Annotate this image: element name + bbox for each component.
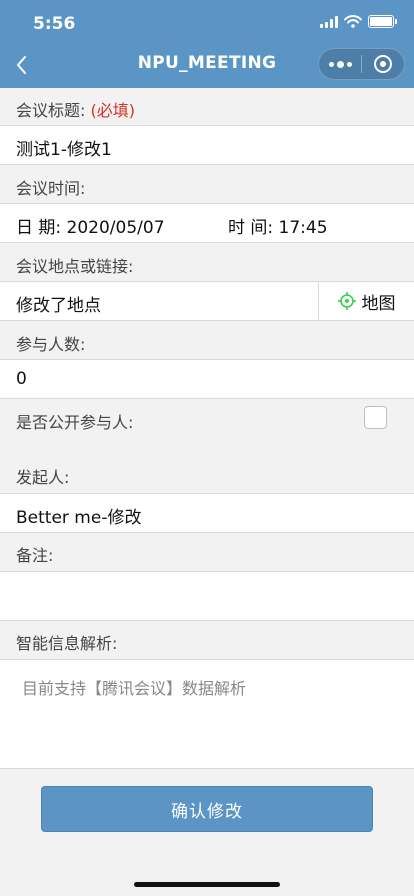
required-badge: (必填) — [90, 101, 136, 120]
close-program-button[interactable] — [362, 48, 404, 80]
target-icon — [374, 55, 392, 73]
title-label: 会议标题: (必填) — [16, 101, 136, 120]
public-checkbox[interactable] — [364, 406, 387, 429]
map-button[interactable]: 地图 — [318, 282, 414, 320]
more-icon — [328, 60, 352, 68]
mini-program-capsule — [318, 48, 405, 80]
time-label-row: 会议时间: — [0, 165, 414, 204]
notes-input[interactable] — [0, 572, 414, 621]
datetime-row: 日 期: 2020/05/07 时 间: 17:45 — [0, 204, 414, 243]
title-label-row: 会议标题: (必填) — [0, 88, 414, 126]
initiator-label: 发起人: — [16, 468, 70, 487]
more-button[interactable] — [319, 48, 361, 80]
status-time: 5:56 — [33, 14, 76, 34]
public-label: 是否公开参与人: — [16, 413, 134, 432]
title-input[interactable]: 测试1-修改1 — [0, 126, 414, 165]
count-label-row: 参与人数: — [0, 321, 414, 360]
time-picker[interactable]: 时 间: 17:45 — [228, 213, 328, 238]
public-section: 是否公开参与人: 发起人: — [0, 399, 414, 494]
confirm-edit-button[interactable]: 确认修改 — [41, 786, 373, 832]
notes-label: 备注: — [16, 546, 54, 565]
location-label: 会议地点或链接: — [16, 257, 134, 276]
notes-label-row: 备注: — [0, 533, 414, 572]
date-picker[interactable]: 日 期: 2020/05/07 — [16, 213, 165, 238]
parse-placeholder: 目前支持【腾讯会议】数据解析 — [22, 679, 247, 698]
wifi-icon — [344, 15, 362, 28]
signal-icon — [320, 15, 338, 28]
parse-textarea[interactable]: 目前支持【腾讯会议】数据解析 — [0, 660, 414, 769]
location-row: 修改了地点 地图 — [0, 282, 414, 321]
battery-icon — [368, 15, 397, 28]
location-label-row: 会议地点或链接: — [0, 243, 414, 282]
time-label: 会议时间: — [16, 179, 86, 198]
navigation-bar: 5:56 NPU_MEETING — [0, 0, 414, 88]
count-input[interactable]: 0 — [0, 360, 414, 399]
status-icons — [320, 15, 397, 28]
home-indicator — [134, 882, 280, 887]
parse-label-row: 智能信息解析: — [0, 621, 414, 660]
location-input[interactable]: 修改了地点 — [16, 291, 101, 316]
parse-label: 智能信息解析: — [16, 634, 118, 653]
initiator-input[interactable]: Better me-修改 — [0, 494, 414, 533]
crosshair-icon — [337, 292, 356, 310]
count-label: 参与人数: — [16, 335, 86, 354]
